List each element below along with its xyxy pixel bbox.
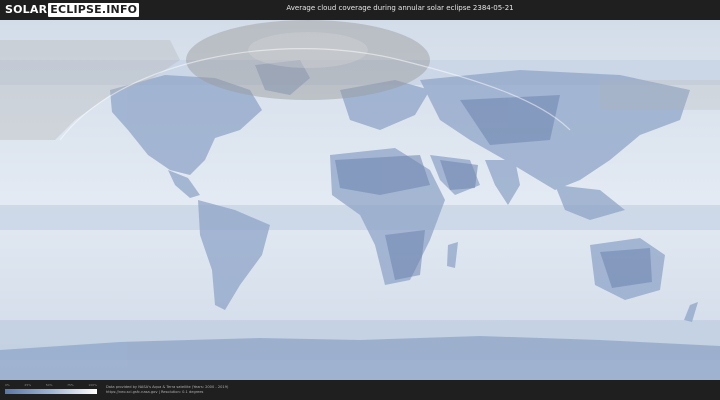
site-logo[interactable]: SOLAR ECLIPSE.INFO bbox=[5, 3, 140, 17]
logo-text-eclipse-info: ECLIPSE.INFO bbox=[48, 3, 140, 17]
legend-color-bar bbox=[5, 389, 97, 394]
header-bar: SOLAR ECLIPSE.INFO Average cloud coverag… bbox=[0, 0, 720, 20]
credit-line-2[interactable]: https://neo.sci.gsfc.nasa.gov | Resoluti… bbox=[106, 390, 228, 395]
cloud-coverage-map bbox=[0, 20, 720, 380]
data-credit: Data provided by NASA's Aqua & Terra sat… bbox=[106, 385, 228, 395]
page-title: Average cloud coverage during annular so… bbox=[286, 4, 514, 12]
logo-text-solar: SOLAR bbox=[5, 3, 48, 16]
footer-bar: 0% 25% 50% 75% 100% Data provided by NAS… bbox=[0, 380, 720, 400]
night-shade-right bbox=[600, 80, 720, 110]
